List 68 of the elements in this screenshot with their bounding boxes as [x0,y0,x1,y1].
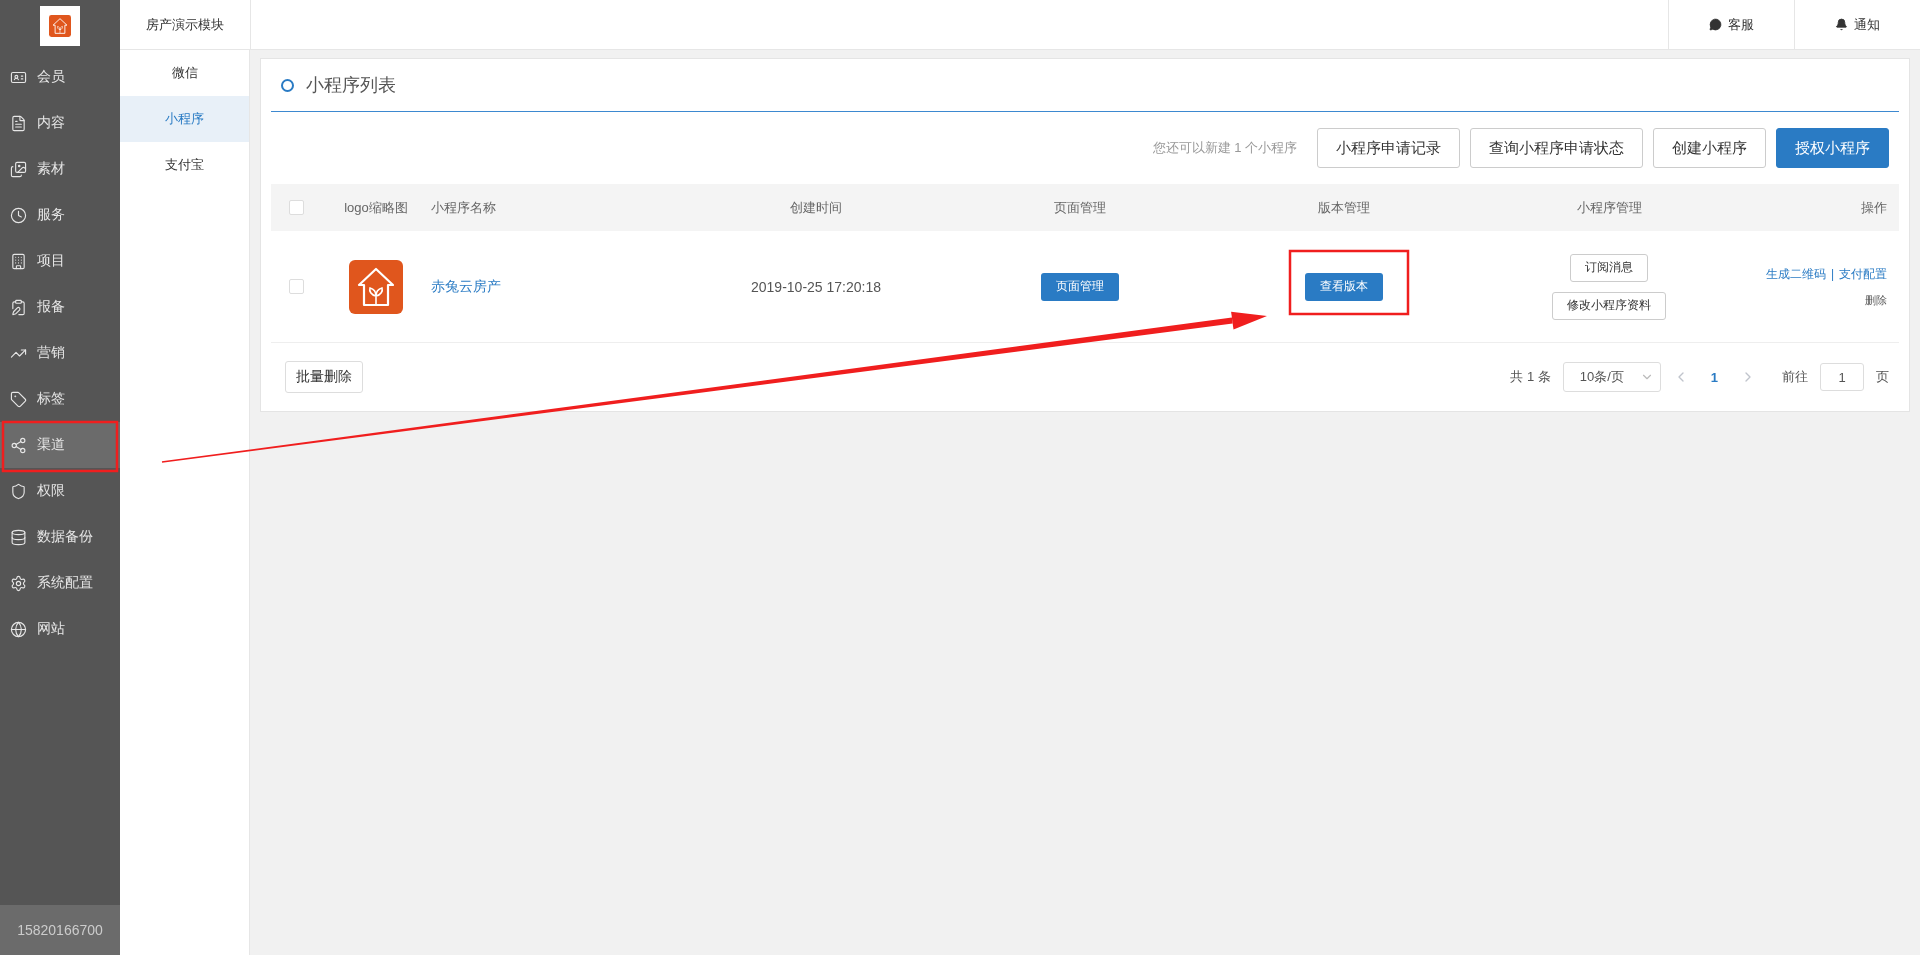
row-checkbox[interactable] [288,279,304,294]
sidebar-item[interactable]: 数据备份 [0,514,120,560]
link-separator: | [1830,267,1834,281]
total-count: 共 1 条 [1510,368,1551,386]
chat-bubble-icon [1709,18,1722,31]
column-header: 创建时间 [790,198,842,217]
column-header: 版本管理 [1318,198,1370,217]
toolbar-button[interactable]: 创建小程序 [1653,128,1766,168]
app-name-link[interactable]: 赤兔云房产 [431,277,501,296]
column-header: logo缩略图 [344,198,408,217]
toolbar-button[interactable]: 授权小程序 [1776,128,1889,168]
page-size-select[interactable]: 10条/页 [1562,362,1661,392]
shield-icon [10,482,27,500]
page-number[interactable]: 1 [1700,369,1728,385]
manage-button[interactable]: 修改小程序资料 [1552,291,1666,320]
goto-label: 前往 [1782,368,1808,386]
operation-link[interactable]: 支付配置 [1839,265,1887,283]
sidebar-item[interactable]: 会员 [0,54,120,100]
sidebar-item[interactable]: 系统配置 [0,560,120,606]
app-logo [349,259,403,314]
submenu-item[interactable]: 支付宝 [120,142,249,188]
phone-number: 15820166700 [0,905,120,955]
created-time: 2019-10-25 17:20:18 [751,278,881,295]
page-manage-button[interactable]: 页面管理 [1041,272,1119,301]
sidebar-item[interactable]: 内容 [0,100,120,146]
header-action[interactable]: 客服 [1668,0,1794,49]
toolbar-button[interactable]: 小程序申请记录 [1317,128,1460,168]
sidebar-item[interactable]: 项目 [0,238,120,284]
column-header: 页面管理 [1054,198,1106,217]
quota-hint: 您还可以新建 1 个小程序 [1152,139,1297,157]
bell-icon [1835,18,1848,31]
images-icon [10,160,27,178]
clipboard-icon [10,298,27,316]
column-header: 小程序管理 [1576,198,1642,217]
sidebar-item[interactable]: 报备 [0,284,120,330]
sidebar-item[interactable]: 标签 [0,376,120,422]
globe-icon [10,620,27,638]
submenu-item[interactable]: 小程序 [120,96,249,142]
operation-link[interactable]: 生成二维码 [1765,265,1826,283]
column-header: 小程序名称 [431,198,496,217]
ring-icon [281,78,294,92]
sidebar-item[interactable]: 素材 [0,146,120,192]
settings-icon [10,574,27,592]
column-header: 操作 [1861,198,1887,217]
sidebar-item[interactable]: 渠道 [0,422,120,468]
clock-icon [10,206,27,224]
header-action[interactable]: 通知 [1794,0,1920,49]
sidebar-item[interactable]: 权限 [0,468,120,514]
manage-button[interactable]: 订阅消息 [1570,253,1648,282]
goto-page-field[interactable]: 1 [1820,363,1864,391]
tag-icon [10,390,27,408]
nodes-icon [10,436,27,454]
panel-title: 小程序列表 [306,74,396,97]
database-icon [10,528,27,546]
delete-link[interactable]: 删除 [1865,292,1887,308]
sidebar-item[interactable]: 网站 [0,606,120,652]
document-icon [10,114,27,132]
sidebar-item[interactable]: 服务 [0,192,120,238]
sidebar-item[interactable]: 营销 [0,330,120,376]
submenu-item[interactable]: 微信 [120,50,249,96]
module-title: 房产演示模块 [120,0,251,49]
house-logo [49,15,71,37]
bulk-delete-button[interactable]: 批量删除 [285,361,363,393]
toolbar-button[interactable]: 查询小程序申请状态 [1470,128,1643,168]
select-all-checkbox[interactable] [288,200,304,215]
page-suffix: 页 [1876,368,1889,386]
building-icon [10,252,27,270]
view-version-button[interactable]: 查看版本 [1305,272,1383,301]
